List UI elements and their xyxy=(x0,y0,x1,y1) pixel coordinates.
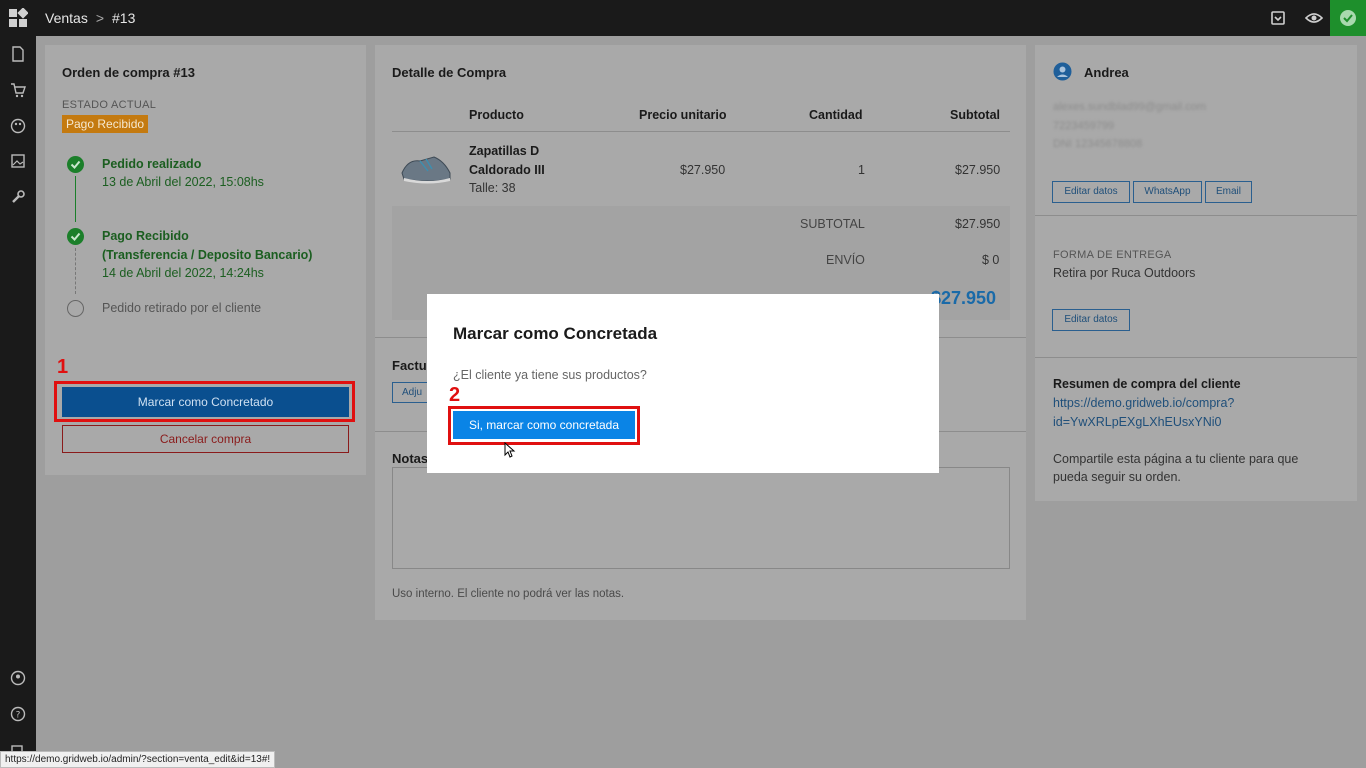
delivery-label: FORMA DE ENTREGA xyxy=(1053,249,1172,261)
column-header-unit-price: Precio unitario xyxy=(639,108,727,122)
column-header-product: Producto xyxy=(469,108,524,122)
user-circle-icon[interactable] xyxy=(10,670,26,686)
attach-invoice-button[interactable]: Adju xyxy=(392,382,432,403)
annotation-box-1 xyxy=(54,381,355,422)
cart-icon[interactable] xyxy=(10,82,26,98)
breadcrumb-section[interactable]: Ventas xyxy=(45,10,88,26)
palette-icon[interactable] xyxy=(10,118,26,134)
timeline-line xyxy=(75,248,76,294)
timeline-line xyxy=(75,176,76,222)
status-complete-button[interactable] xyxy=(1330,0,1366,36)
breadcrumb-separator: > xyxy=(95,10,105,26)
breadcrumb-current: #13 xyxy=(112,10,136,26)
breadcrumb: Ventas > #13 xyxy=(45,10,135,26)
share-text-line1: Compartile esta página a tu cliente para… xyxy=(1053,452,1299,466)
dialog-title: Marcar como Concretada xyxy=(453,324,658,343)
annotation-number-2: 2 xyxy=(449,384,461,406)
customer-dni: DNI 12345678808 xyxy=(1053,138,1143,150)
timeline-step-subtitle: (Transferencia / Deposito Bancario) xyxy=(102,248,313,262)
apps-logo-icon[interactable] xyxy=(8,8,28,28)
pending-circle-icon xyxy=(67,300,84,317)
top-bar: Ventas > #13 xyxy=(0,0,1366,36)
check-icon xyxy=(67,156,84,173)
document-icon[interactable] xyxy=(10,46,26,62)
status-badge: Pago Recibido xyxy=(62,115,149,133)
order-title: Orden de compra #13 xyxy=(62,65,195,80)
annotation-box-2 xyxy=(448,406,640,445)
annotation-number-1: 1 xyxy=(57,356,69,378)
column-header-quantity: Cantidad xyxy=(809,108,863,122)
checkmark-icon xyxy=(1340,10,1356,26)
edit-customer-button[interactable]: Editar datos xyxy=(1052,181,1130,203)
svg-text:?: ? xyxy=(16,711,21,721)
share-text-line2: pueda seguir su orden. xyxy=(1053,470,1181,484)
image-icon[interactable] xyxy=(10,153,26,169)
customer-name: Andrea xyxy=(1084,65,1129,80)
timeline-step-date: 13 de Abril del 2022, 15:08hs xyxy=(102,175,264,189)
user-avatar-icon xyxy=(1053,62,1072,81)
shipping-label: ENVÍO xyxy=(826,253,865,267)
summary-link-id[interactable]: id=YwXRLpEXgLXhEUsxYNi0 xyxy=(1053,415,1222,429)
product-size: Talle: 38 xyxy=(469,181,516,195)
customer-panel: Andrea alexes.sundblad99@gmail.com 72234… xyxy=(1035,45,1357,501)
shipping-value: $ 0 xyxy=(982,253,1000,267)
dialog-question: ¿El cliente ya tiene sus productos? xyxy=(453,368,647,382)
product-name-line1[interactable]: Zapatillas D xyxy=(469,144,539,158)
summary-title: Resumen de compra del cliente xyxy=(1053,377,1241,391)
left-rail: ? xyxy=(0,36,36,768)
total-value: $27.950 xyxy=(931,288,997,308)
summary-link[interactable]: https://demo.gridweb.io/compra? xyxy=(1053,396,1234,410)
timeline-step-title: Pedido realizado xyxy=(102,157,202,171)
notes-label: Notas xyxy=(392,451,429,466)
column-header-subtotal: Subtotal xyxy=(950,108,1000,122)
customer-email: alexes.sundblad99@gmail.com xyxy=(1053,101,1207,113)
timeline-step-title: Pago Recibido xyxy=(102,229,189,243)
archive-icon[interactable] xyxy=(1269,9,1287,27)
check-icon xyxy=(67,228,84,245)
product-unit-price: $27.950 xyxy=(680,163,726,177)
product-image[interactable] xyxy=(398,151,454,187)
divider xyxy=(1035,357,1357,358)
timeline-step-date: 14 de Abril del 2022, 14:24hs xyxy=(102,266,264,280)
product-name-line2[interactable]: Caldorado III xyxy=(469,163,545,177)
help-icon[interactable]: ? xyxy=(10,706,26,722)
status-bar-url: https://demo.gridweb.io/admin/?section=v… xyxy=(0,751,276,768)
delivery-value: Retira por Ruca Outdoors xyxy=(1053,266,1196,280)
invoice-label: Factu xyxy=(392,358,427,373)
subtotal-value: $27.950 xyxy=(955,217,1001,231)
product-quantity: 1 xyxy=(858,163,865,177)
customer-phone: 7223459799 xyxy=(1053,120,1115,132)
notes-textarea[interactable] xyxy=(392,467,1010,569)
subtotal-label: SUBTOTAL xyxy=(800,217,865,231)
detail-title: Detalle de Compra xyxy=(392,65,507,80)
divider xyxy=(392,131,1010,132)
eye-icon[interactable] xyxy=(1305,9,1323,27)
email-button[interactable]: Email xyxy=(1205,181,1252,203)
wrench-icon[interactable] xyxy=(10,189,26,205)
edit-delivery-button[interactable]: Editar datos xyxy=(1052,309,1130,331)
cancel-order-button[interactable]: Cancelar compra xyxy=(62,425,349,453)
notes-help: Uso interno. El cliente no podrá ver las… xyxy=(392,588,625,600)
state-label: ESTADO ACTUAL xyxy=(62,99,157,111)
timeline-step-title: Pedido retirado por el cliente xyxy=(102,301,262,315)
product-subtotal: $27.950 xyxy=(955,163,1001,177)
divider xyxy=(1035,215,1357,216)
whatsapp-button[interactable]: WhatsApp xyxy=(1133,181,1202,203)
mouse-cursor-icon xyxy=(504,442,516,458)
